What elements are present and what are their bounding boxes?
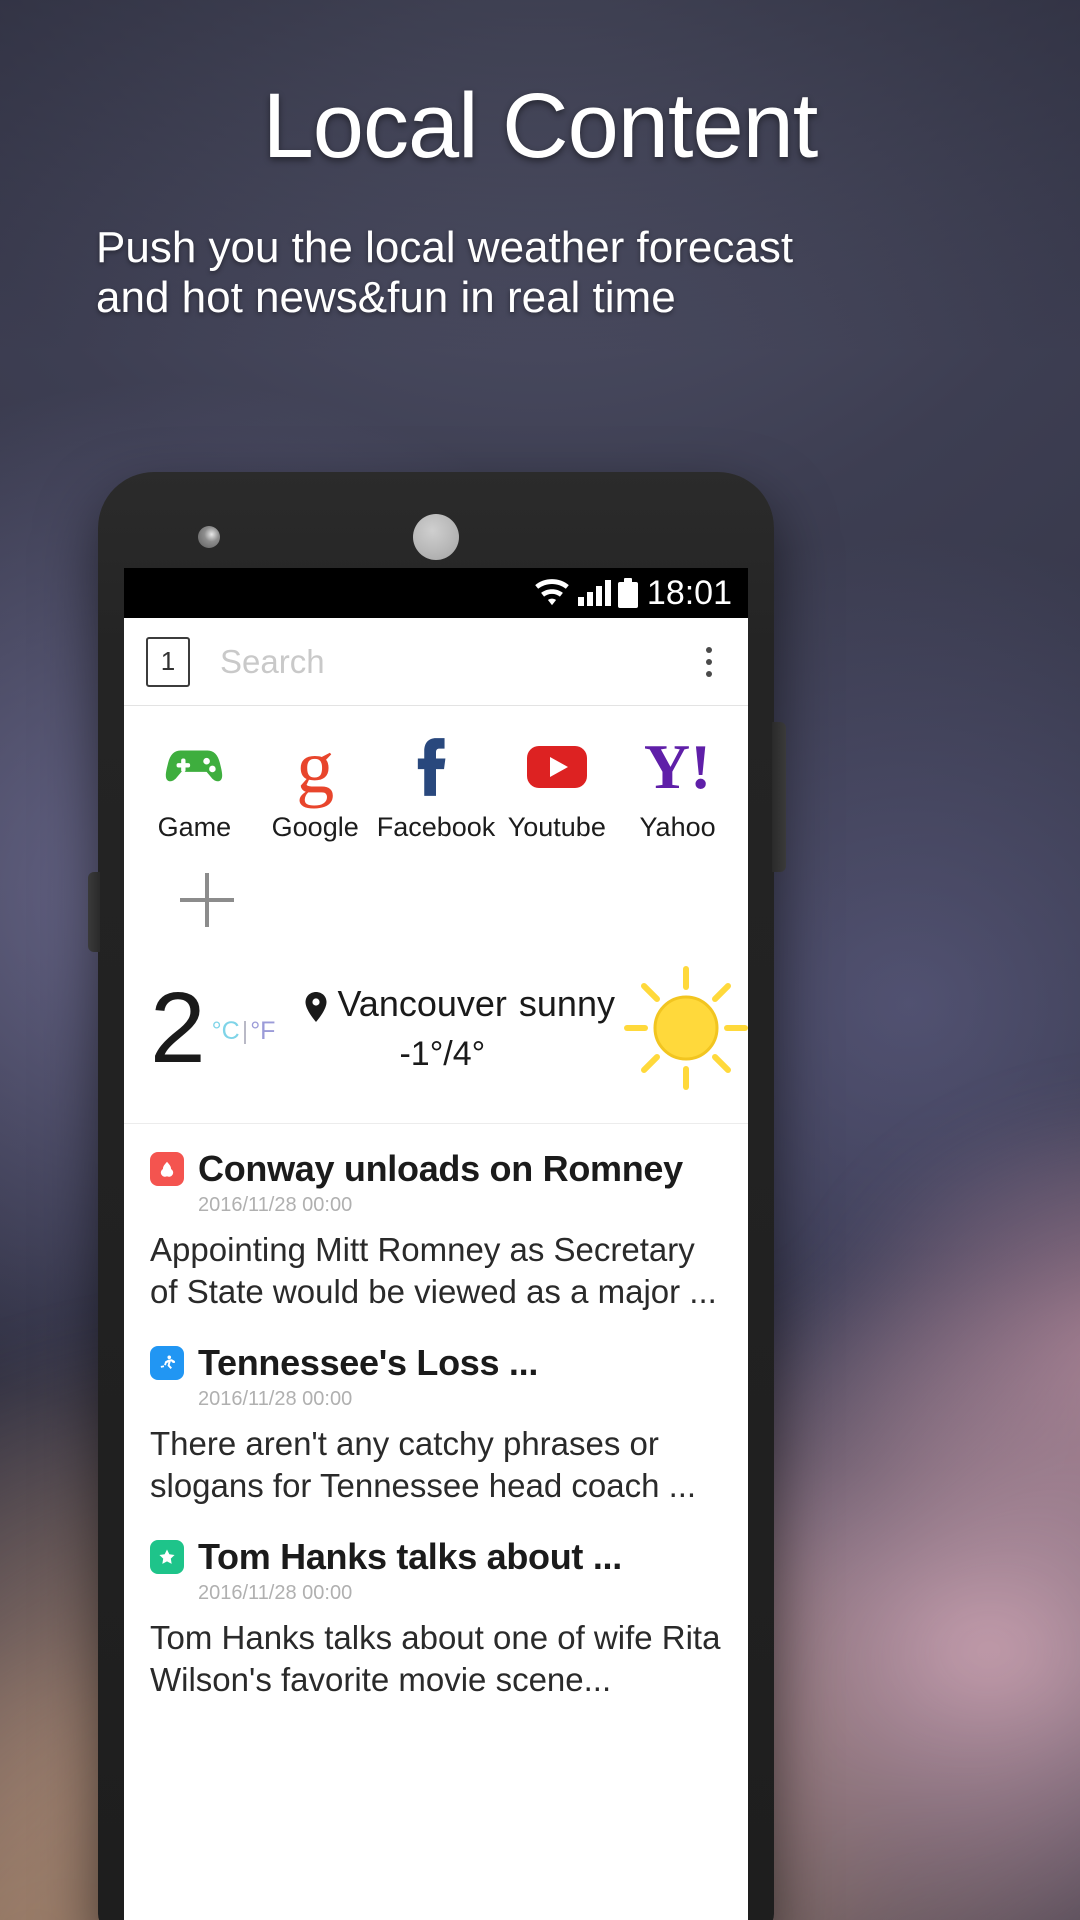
facebook-f-icon	[414, 734, 458, 800]
earpiece-speaker	[413, 514, 459, 560]
youtube-icon	[526, 734, 588, 800]
google-g-icon: g	[296, 725, 335, 809]
shortcut-row: Game g Google Facebook Youtube Y! Yahoo	[134, 725, 738, 843]
sports-runner-badge-icon	[150, 1346, 184, 1381]
plus-icon[interactable]	[180, 873, 234, 927]
news-title: Conway unloads on Romney	[198, 1148, 683, 1189]
unit-fahrenheit[interactable]: °F	[250, 1017, 275, 1046]
signal-bars-icon	[577, 580, 611, 606]
flame-badge-icon	[150, 1152, 184, 1186]
shortcut-youtube[interactable]: Youtube	[496, 734, 617, 843]
promo-subtitle-line-1: Push you the local weather forecast	[96, 222, 794, 272]
promo-title: Local Content	[262, 75, 819, 177]
news-feed: Conway unloads on Romney 2016/11/28 00:0…	[124, 1124, 748, 1706]
shortcut-label: Facebook	[376, 812, 496, 842]
phone-volume-button	[88, 872, 100, 952]
shortcut-google[interactable]: g Google	[255, 725, 376, 843]
shortcut-game[interactable]: Game	[134, 734, 255, 843]
shortcut-yahoo[interactable]: Y! Yahoo	[617, 734, 738, 843]
search-input[interactable]: Search	[220, 643, 692, 681]
news-title: Tom Hanks talks about ...	[198, 1536, 622, 1578]
news-date: 2016/11/28 00:00	[198, 1194, 353, 1216]
entertainment-star-badge-icon	[150, 1540, 184, 1575]
front-camera-icon	[198, 526, 220, 548]
shortcut-label: Youtube	[507, 812, 606, 842]
news-summary: Appointing Mitt Romney as Secretary of S…	[150, 1231, 717, 1310]
news-title: Tennessee's Loss ...	[198, 1342, 539, 1384]
shortcut-facebook[interactable]: Facebook	[376, 734, 497, 843]
browser-search-bar: 1 Search	[124, 618, 748, 706]
shortcut-label: Yahoo	[639, 812, 716, 842]
news-summary: There aren't any catchy phrases or sloga…	[150, 1425, 697, 1504]
battery-icon	[617, 578, 638, 608]
news-header: Tennessee's Loss ...	[150, 1342, 722, 1384]
phone-screen: 18:01 1 Search Game g Google Facebook Yo…	[124, 568, 748, 1920]
unit-separator: |	[241, 1016, 249, 1045]
weather-condition: sunny	[518, 982, 615, 1024]
news-date: 2016/11/28 00:00	[198, 1582, 353, 1605]
promo-text-block: Local Content Push you the local weather…	[0, 78, 1080, 323]
weather-range: -1°/4°	[399, 1034, 486, 1073]
shortcut-grid: Game g Google Facebook Youtube Y! Yahoo	[124, 706, 748, 927]
unit-celsius[interactable]: °C	[212, 1017, 240, 1046]
sun-icon	[621, 963, 748, 1093]
news-header: Conway unloads on Romney	[150, 1148, 722, 1190]
phone-mockup: 18:01 1 Search Game g Google Facebook Yo…	[88, 472, 786, 1920]
news-item[interactable]: Tom Hanks talks about ... 2016/11/28 00:…	[150, 1512, 722, 1706]
phone-side-button	[772, 722, 786, 872]
news-summary: Tom Hanks talks about one of wife Rita W…	[150, 1619, 721, 1698]
add-shortcut-row	[134, 873, 738, 927]
kebab-menu-icon[interactable]	[692, 646, 726, 677]
tab-count-button[interactable]: 1	[146, 636, 190, 687]
promo-subtitle-line-2: and hot news&fun in real time	[96, 272, 676, 322]
weather-location-block: Vancouver sunny -1°/4°	[305, 983, 615, 1074]
news-item[interactable]: Tennessee's Loss ... 2016/11/28 00:00 Th…	[150, 1318, 722, 1512]
news-date: 2016/11/28 00:00	[198, 1388, 353, 1411]
wifi-icon	[533, 579, 571, 607]
yahoo-y-icon: Y!	[643, 731, 712, 802]
status-bar-clock: 18:01	[646, 573, 732, 612]
shortcut-label: Game	[157, 812, 232, 842]
shortcut-label: Google	[271, 812, 359, 842]
news-item[interactable]: Conway unloads on Romney 2016/11/28 00:0…	[150, 1124, 722, 1318]
promo-subtitle: Push you the local weather forecast and …	[0, 223, 1080, 323]
news-header: Tom Hanks talks about ...	[150, 1536, 722, 1578]
location-pin-icon	[305, 989, 327, 1022]
weather-location-line: Vancouver sunny	[305, 983, 615, 1025]
gamepad-icon	[163, 734, 225, 800]
weather-city: Vancouver	[337, 982, 507, 1024]
weather-widget[interactable]: 2 °C | °F Vancouver sunny -1°/4°	[124, 927, 748, 1124]
weather-unit-toggle[interactable]: °C | °F	[212, 1017, 276, 1046]
android-status-bar: 18:01	[124, 568, 748, 618]
weather-temperature: 2	[150, 972, 206, 1084]
